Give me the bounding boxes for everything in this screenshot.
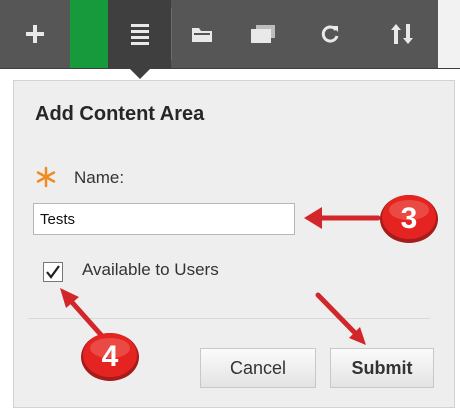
name-label: Name:	[74, 168, 125, 187]
checkmark-icon	[46, 265, 60, 279]
panel-pointer	[128, 67, 152, 79]
course-menu-toolbar	[0, 0, 460, 69]
available-checkbox[interactable]	[43, 262, 63, 282]
panel-title: Add Content Area	[35, 103, 205, 125]
refresh-icon	[321, 25, 339, 43]
window-icon	[251, 25, 275, 43]
submit-button[interactable]: Submit	[330, 348, 434, 388]
list-icon	[130, 24, 149, 45]
active-marker	[70, 0, 108, 68]
folder-icon	[192, 28, 212, 42]
toolbar-end	[438, 0, 460, 68]
add-menu-item-button[interactable]	[0, 0, 70, 68]
sort-icon	[391, 24, 413, 44]
refresh-button[interactable]	[294, 0, 366, 68]
required-star-icon	[36, 166, 56, 188]
callout-3-text: 3	[401, 202, 418, 235]
name-input[interactable]	[33, 203, 295, 235]
callout-step-3: 3	[378, 192, 440, 249]
sort-button[interactable]	[366, 0, 438, 68]
panel-divider	[28, 318, 430, 319]
folder-button[interactable]	[172, 0, 232, 68]
cancel-button[interactable]: Cancel	[200, 348, 316, 388]
window-button[interactable]	[232, 0, 294, 68]
callout-step-4: 4	[79, 330, 141, 387]
callout-4-text: 4	[102, 340, 119, 373]
add-icon	[26, 25, 44, 43]
add-content-area-button[interactable]	[108, 0, 171, 68]
available-label: Available to Users	[82, 260, 219, 279]
